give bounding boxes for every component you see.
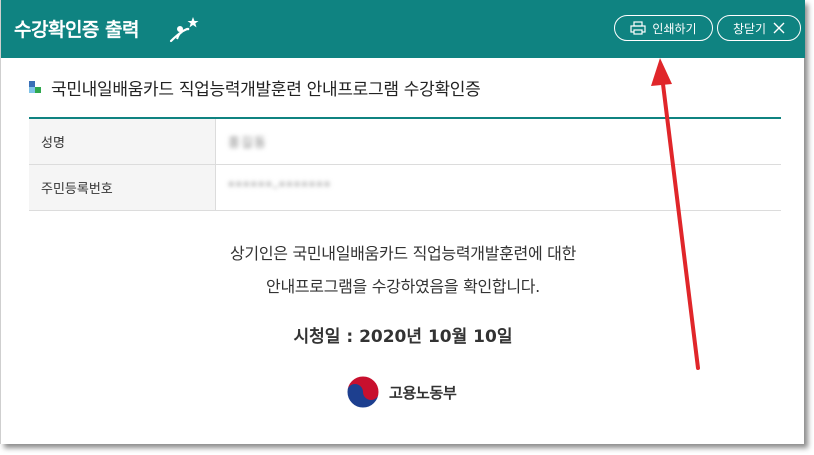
- window-title: 수강확인증 출력: [14, 19, 139, 41]
- statement-line-2: 안내프로그램을 수강하였음을 확인합니다.: [266, 277, 540, 296]
- resident-number-value: ******-*******: [216, 165, 781, 210]
- document-heading: 국민내일배움카드 직업능력개발훈련 안내프로그램 수강확인증: [51, 79, 481, 100]
- ministry-signature: 고용노동부: [345, 374, 457, 410]
- name-value-blurred: 홍길동: [228, 136, 267, 151]
- table-row: 주민등록번호 ******-*******: [29, 165, 781, 211]
- issue-date: 시청일 : 2020년 10월 10일: [293, 327, 513, 347]
- print-button[interactable]: 인쇄하기: [614, 15, 713, 41]
- resident-number-label: 주민등록번호: [29, 165, 216, 210]
- title-bar: 수강확인증 출력 인쇄하기 창닫기: [1, 0, 805, 58]
- name-value: 홍길동: [216, 119, 781, 164]
- resident-number-value-blurred: ******-*******: [228, 180, 332, 195]
- ministry-emblem-icon: [346, 375, 380, 409]
- table-row: 성명 홍길동: [29, 119, 781, 165]
- close-button-label: 창닫기: [732, 21, 767, 36]
- close-x-icon: [773, 22, 785, 34]
- personal-info-table: 성명 홍길동 주민등록번호 ******-*******: [29, 117, 781, 211]
- certificate-popup-window: 수강확인증 출력 인쇄하기 창닫기 국민내일배움카드 직업능력개발훈련 안내프로…: [0, 0, 805, 444]
- title-logo-icon: [169, 17, 199, 43]
- ministry-name: 고용노동부: [389, 383, 457, 402]
- printer-icon: [630, 21, 647, 35]
- print-button-label: 인쇄하기: [652, 21, 697, 36]
- close-window-button[interactable]: 창닫기: [717, 15, 801, 41]
- document-heading-row: 국민내일배움카드 직업능력개발훈련 안내프로그램 수강확인증: [29, 76, 481, 100]
- name-label: 성명: [29, 119, 216, 164]
- heading-bullet-icon: [29, 81, 41, 93]
- statement-line-1: 상기인은 국민내일배움카드 직업능력개발훈련에 대한: [229, 244, 577, 263]
